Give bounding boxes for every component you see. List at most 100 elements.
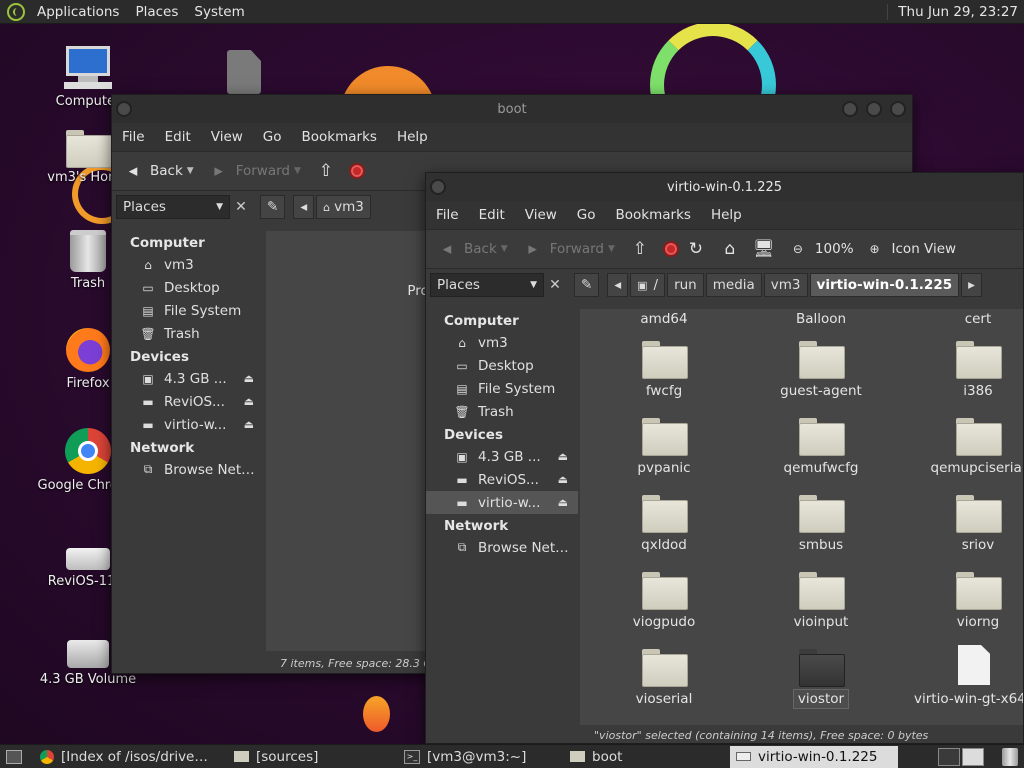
boot-sidebar-item-revios[interactable]: ▬ ReviOS... ⏏ — [112, 390, 264, 413]
workspace-switcher-icon[interactable] — [938, 747, 960, 766]
virtio-path-vm3[interactable]: vm3 — [763, 273, 808, 297]
taskbar-item-boot[interactable]: boot — [564, 746, 730, 768]
virtio-folder-viogpudo[interactable]: viogpudo — [594, 572, 734, 630]
boot-menu-help[interactable]: Help — [387, 129, 438, 145]
boot-path-left-icon[interactable]: ◂ — [293, 195, 315, 219]
taskbar-item-virtio[interactable]: virtio-win-0.1.225 — [730, 745, 898, 768]
virtio-folder-qemupciserial[interactable]: qemupciserial — [908, 418, 1023, 476]
virtio-computer-button[interactable]: 🖥 — [753, 238, 781, 260]
virtio-sidebar-item-vm3[interactable]: ⌂ vm3 — [426, 331, 578, 354]
boot-path-vm3[interactable]: ⌂ vm3 — [316, 195, 371, 219]
virtio-folder-guest-agent[interactable]: guest-agent — [751, 341, 891, 399]
boot-stop-button[interactable] — [348, 163, 365, 179]
virtio-menu-go[interactable]: Go — [567, 207, 606, 223]
eject-icon[interactable]: ⏏ — [244, 372, 254, 385]
eject-icon[interactable]: ⏏ — [558, 496, 568, 509]
virtio-menu-view[interactable]: View — [515, 207, 567, 223]
boot-sidebar-item-vm3[interactable]: ⌂ vm3 — [112, 253, 264, 276]
workspace-switcher-icon-2[interactable] — [962, 747, 984, 766]
virtio-folder-amd64[interactable]: amd64 — [594, 311, 734, 327]
virtio-file-view[interactable]: amd64 Balloon cert fwcfg guest-agent i38… — [580, 309, 1023, 725]
boot-up-button[interactable]: ⇧ — [315, 160, 343, 182]
boot-close-icon[interactable] — [890, 101, 906, 117]
taskbar-item-terminal[interactable]: >_ [vm3@vm3:~] — [398, 746, 564, 768]
virtio-sidebar-item-desktop[interactable]: ▭ Desktop — [426, 354, 578, 377]
virtio-view-mode-button[interactable]: ⊕ Icon View — [864, 238, 957, 260]
virtio-path-media[interactable]: media — [705, 273, 762, 297]
boot-sidebar-item-volume[interactable]: ▣ 4.3 GB ... ⏏ — [112, 367, 264, 390]
virtio-sidebar-item-trash[interactable]: 🗑 Trash — [426, 400, 578, 423]
virtio-sidebar-item-virtio[interactable]: ▬ virtio-w... ⏏ — [426, 491, 578, 514]
virtio-folder-vioserial[interactable]: vioserial — [594, 649, 734, 707]
virtio-folder-viorng[interactable]: viorng — [908, 572, 1023, 630]
virtio-folder-qemufwcfg[interactable]: qemufwcfg — [751, 418, 891, 476]
virtio-path-right-icon[interactable]: ▸ — [961, 273, 982, 297]
boot-menu-bookmarks[interactable]: Bookmarks — [292, 129, 387, 145]
forward-history-chevron-icon[interactable]: ▼ — [294, 166, 301, 176]
virtio-menu-edit[interactable]: Edit — [469, 207, 515, 223]
system-menu[interactable]: System — [186, 4, 252, 20]
eject-icon[interactable]: ⏏ — [244, 418, 254, 431]
taskbar-item-chrome[interactable]: [Index of /isos/drive… — [34, 746, 228, 768]
virtio-file-virtio-win-gt-x64[interactable]: virtio-win-gt-x64.m — [908, 645, 1023, 707]
boot-menu-file[interactable]: File — [112, 129, 155, 145]
places-menu[interactable]: Places — [127, 4, 186, 20]
back-history-chevron-icon[interactable]: ▼ — [187, 166, 194, 176]
virtio-forward-button[interactable]: ▸ Forward ▼ — [522, 238, 623, 260]
virtio-path-current[interactable]: virtio-win-0.1.225 — [809, 273, 960, 297]
virtio-up-button[interactable]: ⇧ — [629, 238, 657, 260]
virtio-menu-help[interactable]: Help — [701, 207, 752, 223]
back-history-chevron-icon[interactable]: ▼ — [501, 244, 508, 254]
eject-icon[interactable]: ⏏ — [558, 450, 568, 463]
virtio-folder-pvpanic[interactable]: pvpanic — [594, 418, 734, 476]
boot-window-menu-icon[interactable] — [116, 101, 132, 117]
virtio-sidebar-item-browse-network[interactable]: ⧉ Browse Net… — [426, 536, 578, 559]
virtio-folder-cert[interactable]: cert — [908, 311, 1023, 327]
applications-menu[interactable]: Applications — [29, 4, 127, 20]
virtio-folder-i386[interactable]: i386 — [908, 341, 1023, 399]
virtio-folder-qxldod[interactable]: qxldod — [594, 495, 734, 553]
boot-close-sidebar-icon[interactable]: ✕ — [230, 196, 252, 218]
virtio-menu-file[interactable]: File — [426, 207, 469, 223]
show-desktop-icon[interactable] — [6, 749, 22, 764]
boot-sidebar-item-filesystem[interactable]: ▤ File System — [112, 299, 264, 322]
virtio-sidebar-item-volume[interactable]: ▣ 4.3 GB ... ⏏ — [426, 445, 578, 468]
virtio-titlebar[interactable]: virtio-win-0.1.225 — [426, 173, 1023, 201]
virtio-path-left-icon[interactable]: ◂ — [607, 273, 629, 297]
virtio-window-menu-icon[interactable] — [430, 179, 446, 195]
boot-sidebar-item-trash[interactable]: 🗑 Trash — [112, 322, 264, 345]
virtio-stop-button[interactable] — [662, 241, 679, 257]
virtio-close-sidebar-icon[interactable]: ✕ — [544, 274, 566, 296]
virtio-edit-path-button[interactable]: ✎ — [574, 273, 600, 297]
boot-maximize-icon[interactable] — [866, 101, 882, 117]
virtio-folder-sriov[interactable]: sriov — [908, 495, 1023, 553]
virtio-reload-button[interactable]: ↻ — [685, 238, 713, 260]
boot-menu-go[interactable]: Go — [253, 129, 292, 145]
boot-back-button[interactable]: ◂ Back ▼ — [122, 160, 202, 182]
virtio-window[interactable]: virtio-win-0.1.225 File Edit View Go Boo… — [425, 172, 1024, 744]
boot-titlebar[interactable]: boot — [112, 95, 912, 123]
boot-places-select[interactable]: Places ▼ — [116, 195, 230, 219]
virtio-menu-bookmarks[interactable]: Bookmarks — [606, 207, 701, 223]
virtio-folder-viostor[interactable]: viostor — [751, 649, 891, 709]
boot-menu-view[interactable]: View — [201, 129, 253, 145]
virtio-path-run[interactable]: run — [667, 273, 704, 297]
virtio-folder-smbus[interactable]: smbus — [751, 495, 891, 553]
boot-edit-path-button[interactable]: ✎ — [260, 195, 286, 219]
virtio-folder-vioinput[interactable]: vioinput — [751, 572, 891, 630]
eject-icon[interactable]: ⏏ — [558, 473, 568, 486]
taskbar-item-sources[interactable]: [sources] — [228, 746, 398, 768]
clock[interactable]: Thu Jun 29, 23:27 — [887, 3, 1018, 20]
virtio-sidebar-item-revios[interactable]: ▬ ReviOS... ⏏ — [426, 468, 578, 491]
virtio-zoom-button[interactable]: ⊖ 100% — [787, 238, 854, 260]
virtio-places-select[interactable]: Places ▼ — [430, 273, 544, 297]
boot-sidebar-item-browse-network[interactable]: ⧉ Browse Net… — [112, 458, 264, 481]
trash-applet-icon[interactable] — [1002, 747, 1018, 766]
mate-logo-icon[interactable] — [7, 2, 25, 21]
boot-minimize-icon[interactable] — [842, 101, 858, 117]
boot-sidebar-item-virtio[interactable]: ▬ virtio-w... ⏏ — [112, 413, 264, 436]
boot-menu-edit[interactable]: Edit — [155, 129, 201, 145]
eject-icon[interactable]: ⏏ — [244, 395, 254, 408]
virtio-home-button[interactable]: ⌂ — [719, 238, 747, 260]
virtio-sidebar-item-filesystem[interactable]: ▤ File System — [426, 377, 578, 400]
